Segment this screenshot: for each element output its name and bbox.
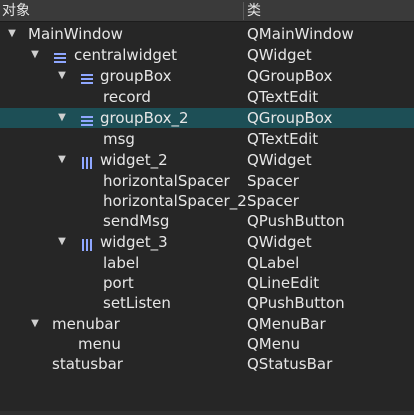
vertical-layout-icon: [81, 112, 93, 126]
horizontal-scrollbar[interactable]: [0, 411, 414, 415]
object-class: QGroupBox: [247, 67, 333, 85]
object-name: MainWindow: [28, 25, 123, 43]
tree-row[interactable]: setListen QPushButton: [0, 293, 414, 313]
tree-row[interactable]: ▼ widget_3 QWidget: [0, 232, 414, 252]
expand-arrow-icon[interactable]: ▼: [30, 45, 40, 65]
object-class: Spacer: [247, 172, 299, 190]
object-class: QPushButton: [247, 294, 345, 312]
object-name: horizontalSpacer: [103, 172, 230, 190]
tree-row[interactable]: statusbar QStatusBar: [0, 354, 414, 374]
tree-row[interactable]: msg QTextEdit: [0, 129, 414, 149]
column-header-object[interactable]: 对象: [2, 0, 30, 22]
expand-arrow-icon[interactable]: ▼: [57, 66, 67, 86]
object-tree: ▼ MainWindow QMainWindow ▼ centralwidget QWid…: [0, 22, 414, 415]
object-name: menu: [78, 335, 121, 353]
tree-row[interactable]: ▼ centralwidget QWidget: [0, 45, 414, 65]
object-class: QTextEdit: [247, 88, 319, 106]
object-name: setListen: [103, 294, 171, 312]
object-class: QTextEdit: [247, 130, 319, 148]
object-name: port: [103, 274, 134, 292]
object-class: QMainWindow: [247, 25, 354, 43]
object-class: QLabel: [247, 254, 300, 272]
tree-row[interactable]: ▼ MainWindow QMainWindow: [0, 24, 414, 44]
vertical-layout-icon: [81, 70, 93, 84]
object-name: sendMsg: [103, 212, 170, 230]
expand-arrow-icon[interactable]: ▼: [57, 150, 67, 170]
object-class: QStatusBar: [247, 355, 333, 373]
object-name: centralwidget: [74, 46, 177, 64]
object-name: record: [103, 88, 151, 106]
object-class: QLineEdit: [247, 274, 320, 292]
tree-row[interactable]: ▼ groupBox_2 QGroupBox: [0, 108, 414, 128]
object-class: QGroupBox: [247, 109, 333, 127]
object-name: msg: [103, 130, 135, 148]
expand-arrow-icon[interactable]: ▼: [30, 314, 40, 334]
object-name: widget_2: [100, 151, 168, 169]
object-inspector: 对象 类 ▼ MainWindow QMainWindow ▼ centralwidge…: [0, 0, 414, 415]
vertical-layout-icon: [54, 49, 66, 63]
object-name: label: [103, 254, 140, 272]
tree-row[interactable]: sendMsg QPushButton: [0, 211, 414, 231]
object-name: groupBox: [100, 67, 172, 85]
tree-header: 对象 类: [0, 0, 414, 22]
tree-row[interactable]: horizontalSpacer_2 Spacer: [0, 191, 414, 211]
tree-row[interactable]: ▼ groupBox QGroupBox: [0, 66, 414, 86]
object-class: QWidget: [247, 151, 312, 169]
object-name: groupBox_2: [100, 109, 189, 127]
tree-row[interactable]: record QTextEdit: [0, 87, 414, 107]
object-name: horizontalSpacer_2: [103, 192, 247, 210]
object-name: menubar: [52, 315, 120, 333]
horizontal-layout-icon: [81, 154, 93, 169]
object-class: QMenu: [247, 335, 300, 353]
expand-arrow-icon[interactable]: ▼: [7, 24, 17, 44]
column-divider[interactable]: [243, 2, 244, 20]
object-name: widget_3: [100, 233, 168, 251]
tree-row[interactable]: port QLineEdit: [0, 273, 414, 293]
tree-row[interactable]: horizontalSpacer Spacer: [0, 171, 414, 191]
expand-arrow-icon[interactable]: ▼: [57, 232, 67, 252]
object-name: statusbar: [52, 355, 123, 373]
object-class: QMenuBar: [247, 315, 326, 333]
object-class: QWidget: [247, 233, 312, 251]
tree-row[interactable]: label QLabel: [0, 253, 414, 273]
expand-arrow-icon[interactable]: ▼: [57, 108, 67, 128]
object-class: QPushButton: [247, 212, 345, 230]
tree-row[interactable]: ▼ widget_2 QWidget: [0, 150, 414, 170]
object-class: QWidget: [247, 46, 312, 64]
column-header-class[interactable]: 类: [247, 0, 261, 22]
tree-row[interactable]: ▼ menubar QMenuBar: [0, 314, 414, 334]
horizontal-layout-icon: [81, 236, 93, 251]
object-class: Spacer: [247, 192, 299, 210]
tree-row[interactable]: menu QMenu: [0, 334, 414, 354]
